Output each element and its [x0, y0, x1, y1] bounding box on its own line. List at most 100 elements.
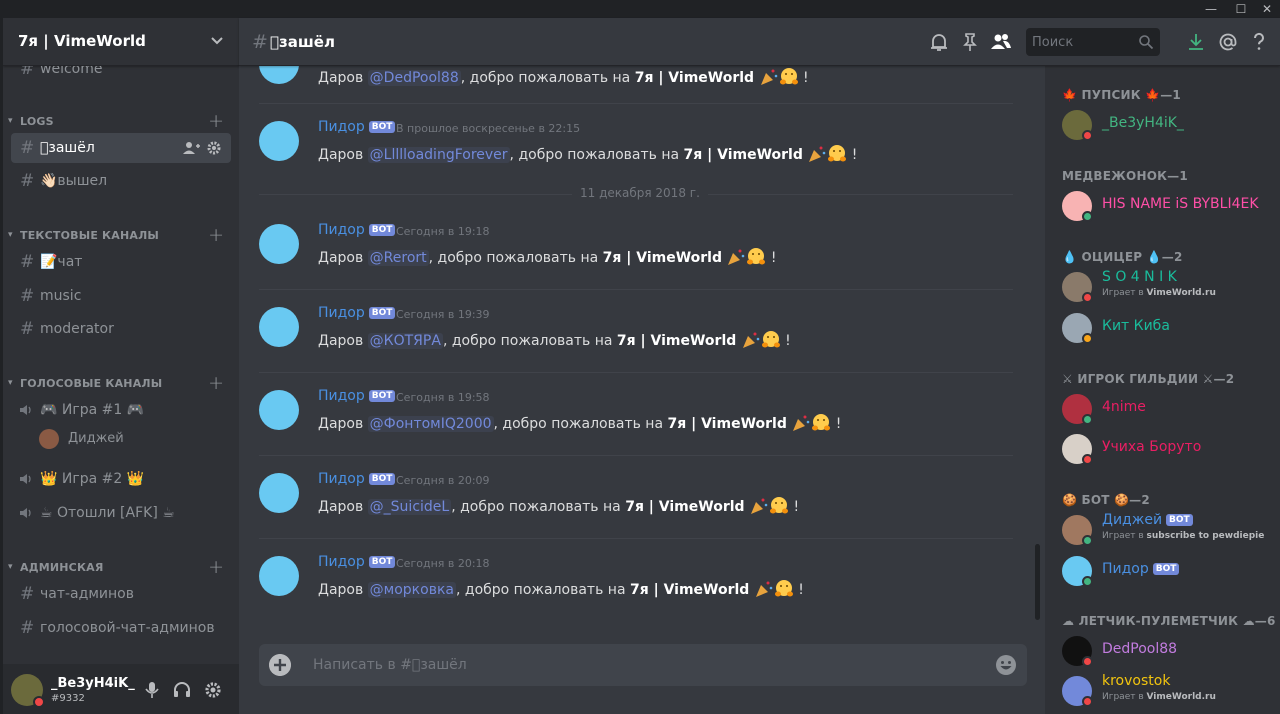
mention[interactable]: @ФонтомIQ2000 [367, 416, 494, 432]
avatar[interactable] [259, 556, 299, 596]
member-item[interactable]: Учиха Боруто [1062, 430, 1277, 470]
member-group-header: 🍁 ПУПСИК 🍁—1 [1062, 88, 1181, 102]
channel-vyshel[interactable]: # 👋🏻вышел [11, 166, 231, 196]
emoji-picker-icon[interactable] [995, 654, 1017, 676]
avatar[interactable] [259, 224, 299, 264]
bell-icon[interactable] [928, 31, 950, 53]
avatar[interactable] [259, 121, 299, 161]
message-text: Даров @морковка, добро пожаловать на 7я … [318, 579, 804, 599]
message-author[interactable]: Пидор BOT [318, 305, 396, 321]
hugging-face-icon [812, 414, 831, 431]
category-text-channels[interactable]: ▾ ТЕКСТОВЫЕ КАНАЛЫ + [3, 224, 239, 246]
mention[interactable]: @DedPool88 [367, 70, 461, 86]
member-name: _Be3yH4iK_ [1102, 115, 1184, 131]
mention[interactable]: @Rerort [367, 250, 429, 266]
member-item[interactable]: krovostok Играет в VimeWorld.ru [1062, 672, 1277, 712]
channel-welcome[interactable]: # welcome [11, 66, 231, 84]
add-channel-icon[interactable]: + [208, 372, 224, 394]
voice-user[interactable]: Диджей [39, 427, 229, 451]
category-admin[interactable]: ▾ АДМИНСКАЯ + [3, 556, 239, 578]
chevron-down-icon: ▾ [8, 230, 13, 240]
channel-chat[interactable]: # 📝чат [11, 247, 231, 277]
member-item[interactable]: Диджей BOT Играет в subscribe to pewdiepie [1062, 511, 1277, 551]
member-name: HIS NAME iS BYBLI4EK [1102, 196, 1259, 212]
member-item[interactable]: Кит Киба [1062, 309, 1277, 349]
channel-label: moderator [40, 321, 114, 337]
member-item[interactable]: S O 4 N I K Играет в VimeWorld.ru [1062, 268, 1277, 308]
avatar[interactable] [259, 473, 299, 513]
mention[interactable]: @LlllloadingForever [367, 147, 510, 163]
greeting-suffix: ! [798, 70, 809, 86]
gear-icon[interactable] [207, 141, 221, 155]
status-icon [1082, 333, 1093, 344]
pin-icon[interactable] [959, 31, 981, 53]
add-channel-icon[interactable]: + [208, 110, 224, 132]
channel-admin-voice[interactable]: # голосовой-чат-админов [11, 613, 231, 643]
voice-channel-game1[interactable]: 🎮 Игра #1 🎮 [11, 395, 231, 425]
add-channel-icon[interactable]: + [208, 224, 224, 246]
voice-user-name: Диджей [68, 431, 124, 446]
member-item[interactable]: HIS NAME iS BYBLI4EK [1062, 187, 1277, 227]
message: Пидор BOT Сегодня в 19:39 Даров @КОТЯРА, до… [239, 297, 1029, 367]
member-group-header: МЕДВЕЖОНОК—1 [1062, 169, 1188, 183]
attach-plus-icon[interactable] [269, 654, 291, 676]
greeting-middle: , добро пожаловать на [493, 416, 668, 432]
avatar[interactable] [259, 307, 299, 347]
member-item[interactable]: _Be3yH4iK_ [1062, 106, 1277, 146]
member-item[interactable]: 4nime [1062, 390, 1277, 430]
message-author[interactable]: Пидор BOT [318, 388, 396, 404]
member-item[interactable]: DedPool88 [1062, 632, 1277, 672]
channel-admin-chat[interactable]: # чат-админов [11, 579, 231, 609]
message-author[interactable]: Пидор BOT [318, 222, 396, 238]
channel-music[interactable]: # music [11, 281, 231, 311]
message-author[interactable]: Пидор BOT [318, 471, 396, 487]
mention[interactable]: @_SuicideL [367, 499, 452, 515]
hash-icon: # [252, 31, 268, 53]
category-label: ТЕКСТОВЫЕ КАНАЛЫ [20, 229, 160, 242]
minimize-button[interactable]: — [1196, 0, 1226, 18]
chevron-down-icon: ▾ [8, 116, 13, 126]
search-input[interactable]: Поиск [1026, 28, 1160, 56]
category-logs[interactable]: ▾ LOGS + [3, 110, 239, 132]
close-button[interactable]: ✕ [1252, 0, 1280, 18]
channel-label:  зашёл [40, 140, 95, 156]
mentions-icon[interactable] [1217, 31, 1239, 53]
message-author[interactable]: Пидор BOT [318, 554, 396, 570]
timestamp: Сегодня в 20:18 [396, 557, 490, 570]
voice-channel-game2[interactable]: 👑 Игра #2 👑 [11, 464, 231, 494]
download-icon[interactable] [1185, 31, 1207, 53]
activity-name: VimeWorld.ru [1146, 288, 1216, 298]
speaker-icon [20, 474, 31, 484]
mention[interactable]: @КОТЯРА [367, 333, 443, 349]
channel-zashel[interactable]: #  зашёл [11, 133, 231, 163]
member-name-text: Диджей [1102, 512, 1163, 528]
mention[interactable]: @морковка [367, 582, 456, 598]
message: Пидор BOT В прошлое воскресенье в 22:15 Дар… [239, 111, 1029, 181]
message-list: Даров @DedPool88 , добро пожаловать на 7я… [239, 66, 1029, 626]
channel-moderator[interactable]: # moderator [11, 314, 231, 344]
channel-label: 👑 Игра #2 👑 [40, 471, 145, 487]
member-item[interactable]: Пидор BOT [1062, 552, 1277, 592]
microphone-icon[interactable] [143, 681, 161, 699]
headphones-icon[interactable] [173, 681, 191, 699]
greeting-prefix: Даров [318, 250, 368, 266]
scrollbar[interactable] [1032, 66, 1042, 626]
member-name-text: 4nime [1102, 399, 1146, 415]
gear-icon[interactable] [204, 681, 222, 699]
help-icon[interactable] [1248, 31, 1270, 53]
category-voice-channels[interactable]: ▾ ГОЛОСОВЫЕ КАНАЛЫ + [3, 372, 239, 394]
chat-area: #  зашёл Поиск Даров @DedPool88, добро п… [239, 18, 1280, 714]
add-channel-icon[interactable]: + [208, 556, 224, 578]
invite-icon[interactable] [183, 142, 200, 154]
bot-badge: BOT [368, 121, 396, 133]
server-header[interactable]: 7я | VimeWorld [3, 18, 239, 66]
voice-channel-afk[interactable]: ☕ Отошли [AFK] ☕ [11, 498, 231, 528]
message-composer[interactable]: Написать в # зашёл [259, 644, 1027, 686]
channel-label: чат-админов [40, 586, 134, 602]
member-list-icon[interactable] [990, 31, 1012, 53]
server-name-bold: 7я | VimeWorld [629, 582, 750, 598]
channel-label: ☕ Отошли [AFK] ☕ [40, 505, 175, 521]
scrollbar-thumb[interactable] [1035, 544, 1040, 620]
avatar[interactable] [259, 390, 299, 430]
message-author[interactable]: Пидор BOT [318, 119, 396, 135]
